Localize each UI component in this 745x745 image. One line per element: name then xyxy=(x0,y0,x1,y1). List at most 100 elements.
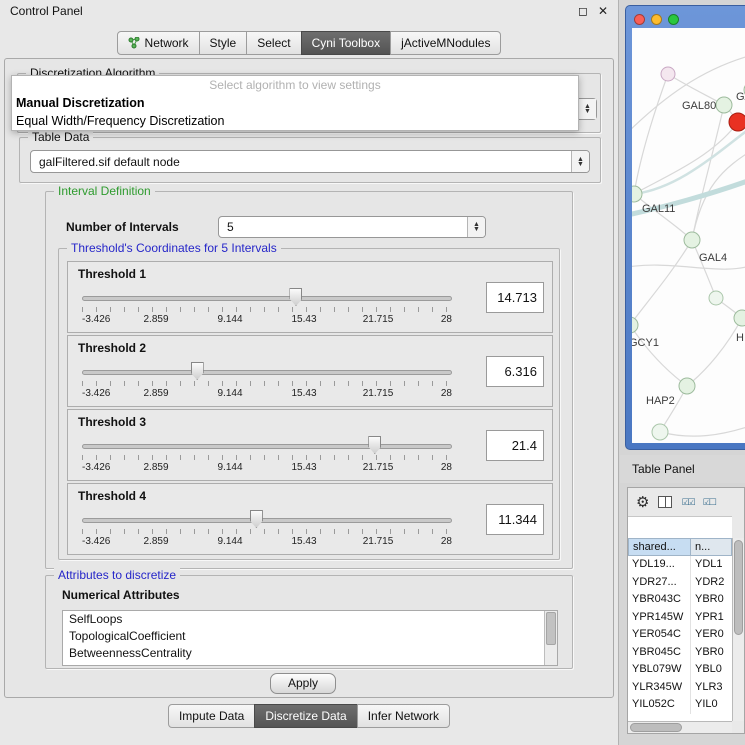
table-vertical-scrollbar[interactable] xyxy=(732,538,744,721)
float-window-icon[interactable]: ◻ xyxy=(578,5,588,17)
tab-jactivemodules[interactable]: jActiveMNodules xyxy=(390,31,501,55)
number-of-intervals-combobox[interactable]: 5 ▲▼ xyxy=(218,216,486,238)
table-cell[interactable]: YBR0 xyxy=(691,644,732,662)
axis-tick-label: 9.144 xyxy=(217,536,242,547)
column-header-name[interactable]: n... xyxy=(691,538,732,556)
list-item[interactable]: SelfLoops xyxy=(63,611,557,628)
table-cell[interactable]: YPR145W xyxy=(628,609,691,627)
table-cell[interactable]: YLR345W xyxy=(628,679,691,697)
axis-tick-label: -3.426 xyxy=(82,536,110,547)
tab-impute-data[interactable]: Impute Data xyxy=(168,704,255,728)
table-row[interactable]: YBR045CYBR0 xyxy=(628,644,732,662)
unselect-columns-icon[interactable]: ☑☐ xyxy=(703,498,715,507)
network-node[interactable] xyxy=(729,113,745,131)
table-cell[interactable]: YDR2 xyxy=(691,574,732,592)
network-canvas[interactable]: GAL80GAGAL11GAL4HGCY1HAP2 xyxy=(632,28,745,443)
tab-cyni-toolbox[interactable]: Cyni Toolbox xyxy=(301,31,391,55)
scrollbar-thumb[interactable] xyxy=(630,723,682,732)
threshold-slider[interactable]: -3.4262.8599.14415.4321.71528 xyxy=(82,434,452,478)
slider-track[interactable] xyxy=(82,370,452,375)
table-row[interactable]: YIL052CYIL0 xyxy=(628,696,732,714)
slider-track[interactable] xyxy=(82,444,452,449)
axis-tick-label: 15.43 xyxy=(291,314,316,325)
table-row[interactable]: YER054CYER0 xyxy=(628,626,732,644)
table-cell[interactable]: YDL19... xyxy=(628,556,691,574)
columns-icon[interactable] xyxy=(658,496,672,508)
gear-icon[interactable]: ⚙ xyxy=(636,495,649,510)
table-cell[interactable]: YIL052C xyxy=(628,696,691,714)
network-icon xyxy=(128,37,140,49)
table-row[interactable]: YBR043CYBR0 xyxy=(628,591,732,609)
zoom-button[interactable] xyxy=(668,14,679,25)
slider-thumb[interactable] xyxy=(289,288,302,306)
network-node[interactable] xyxy=(716,97,732,113)
table-horizontal-scrollbar[interactable] xyxy=(628,721,732,733)
slider-track[interactable] xyxy=(82,296,452,301)
slider-track[interactable] xyxy=(82,518,452,523)
combo-arrows-icon: ▲▼ xyxy=(578,99,596,119)
algorithm-item-equal-width[interactable]: Equal Width/Frequency Discretization xyxy=(12,112,578,130)
tab-style[interactable]: Style xyxy=(199,31,248,55)
slider-thumb[interactable] xyxy=(368,436,381,454)
table-cell[interactable]: YDL1 xyxy=(691,556,732,574)
algorithm-item-manual[interactable]: Manual Discretization xyxy=(12,94,578,112)
list-item[interactable]: BetweennessCentrality xyxy=(63,645,557,662)
network-node[interactable] xyxy=(709,291,723,305)
column-header-shared-name[interactable]: shared... xyxy=(628,538,691,556)
table-row[interactable]: YPR145WYPR1 xyxy=(628,609,732,627)
threshold-value-field[interactable]: 21.4 xyxy=(486,430,544,461)
threshold-slider[interactable]: -3.4262.8599.14415.4321.71528 xyxy=(82,508,452,552)
interval-definition-group: Interval Definition Number of Intervals … xyxy=(45,191,573,569)
network-node[interactable] xyxy=(734,310,745,326)
axis-tick-label: 15.43 xyxy=(291,462,316,473)
minimize-button[interactable] xyxy=(651,14,662,25)
network-node[interactable] xyxy=(684,232,700,248)
network-node[interactable] xyxy=(632,317,638,333)
apply-button[interactable]: Apply xyxy=(270,673,336,694)
list-item[interactable]: TopologicalCoefficient xyxy=(63,628,557,645)
table-cell[interactable]: YPR1 xyxy=(691,609,732,627)
threshold-slider[interactable]: -3.4262.8599.14415.4321.71528 xyxy=(82,360,452,404)
table-row[interactable]: YDR27...YDR2 xyxy=(628,574,732,592)
threshold-label: Threshold 1 xyxy=(78,267,146,281)
tab-label: Discretize Data xyxy=(265,709,346,723)
scrollbar-thumb[interactable] xyxy=(734,540,743,635)
table-cell[interactable]: YBL079W xyxy=(628,661,691,679)
table-row[interactable]: YLR345WYLR3 xyxy=(628,679,732,697)
table-row[interactable]: YDL19...YDL1 xyxy=(628,556,732,574)
table-cell[interactable]: YER0 xyxy=(691,626,732,644)
table-cell[interactable]: YBL0 xyxy=(691,661,732,679)
tab-infer-network[interactable]: Infer Network xyxy=(357,704,450,728)
slider-ticks xyxy=(82,529,452,534)
algorithm-placeholder-item[interactable]: Select algorithm to view settings xyxy=(12,76,578,94)
table-cell[interactable]: YBR0 xyxy=(691,591,732,609)
tab-select[interactable]: Select xyxy=(246,31,301,55)
network-nodes[interactable]: GAL80GAGAL11GAL4HGCY1HAP2 xyxy=(632,67,745,440)
tab-discretize-data[interactable]: Discretize Data xyxy=(254,704,357,728)
table-row[interactable]: YBL079WYBL0 xyxy=(628,661,732,679)
slider-thumb[interactable] xyxy=(250,510,263,528)
close-window-icon[interactable]: ✕ xyxy=(598,5,608,17)
threshold-value-field[interactable]: 14.713 xyxy=(486,282,544,313)
table-cell[interactable]: YDR27... xyxy=(628,574,691,592)
table-data-combobox[interactable]: galFiltered.sif default node ▲▼ xyxy=(30,150,590,173)
table-cell[interactable]: YLR3 xyxy=(691,679,732,697)
threshold-value-field[interactable]: 11.344 xyxy=(486,504,544,535)
tab-network[interactable]: Network xyxy=(117,31,200,55)
table-data-group-title: Table Data xyxy=(28,130,93,144)
table-cell[interactable]: YBR045C xyxy=(628,644,691,662)
table-cell[interactable]: YER054C xyxy=(628,626,691,644)
list-scrollbar[interactable] xyxy=(544,611,557,665)
table-cell[interactable]: YBR043C xyxy=(628,591,691,609)
threshold-panel-1: Threshold 1 -3.4262.8599.14415.4321.7152… xyxy=(67,261,553,333)
network-node[interactable] xyxy=(652,424,668,440)
network-node[interactable] xyxy=(661,67,675,81)
scrollbar-thumb[interactable] xyxy=(546,612,556,645)
select-all-columns-icon[interactable]: ☑☑ xyxy=(681,498,693,507)
close-button[interactable] xyxy=(634,14,645,25)
table-cell[interactable]: YIL0 xyxy=(691,696,732,714)
threshold-slider[interactable]: -3.4262.8599.14415.4321.71528 xyxy=(82,286,452,330)
network-node[interactable] xyxy=(679,378,695,394)
threshold-value-field[interactable]: 6.316 xyxy=(486,356,544,387)
slider-thumb[interactable] xyxy=(191,362,204,380)
